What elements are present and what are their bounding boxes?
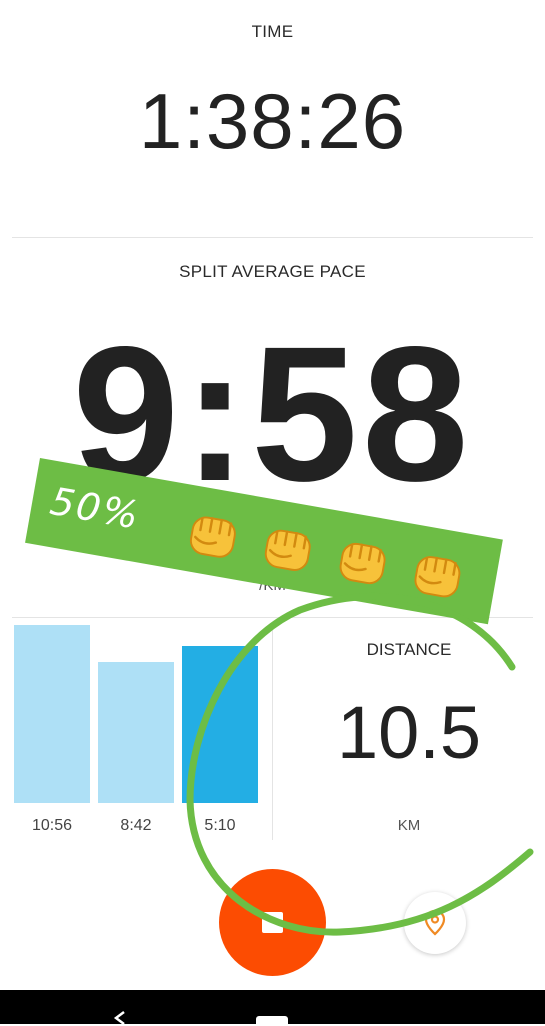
map-pin-icon xyxy=(424,909,446,936)
fist-icon xyxy=(414,556,461,598)
fist-icon xyxy=(264,529,311,571)
split-label-3: 5:10 xyxy=(204,817,236,834)
system-nav-bar xyxy=(0,990,545,1026)
pace-label: SPLIT AVERAGE PACE xyxy=(179,262,366,281)
split-bar-3[interactable] xyxy=(182,646,258,803)
fist-icon xyxy=(339,542,386,585)
split-label-1: 10:56 xyxy=(31,817,73,834)
annotation-percent: 50% xyxy=(46,478,144,538)
back-icon[interactable] xyxy=(110,1008,130,1024)
split-label-2: 8:42 xyxy=(120,817,152,834)
split-bar-2[interactable] xyxy=(98,662,174,803)
distance-unit: KM xyxy=(397,817,421,834)
location-button[interactable] xyxy=(404,892,466,954)
time-value: 1:38:26 xyxy=(138,77,407,165)
fist-icon xyxy=(189,516,236,558)
divider-top xyxy=(12,237,533,238)
distance-value: 10.5 xyxy=(336,691,482,774)
home-icon[interactable] xyxy=(256,1016,288,1026)
stop-button[interactable] xyxy=(219,869,326,976)
split-bar-1[interactable] xyxy=(14,625,90,803)
time-label: TIME xyxy=(251,22,294,41)
distance-label: DISTANCE xyxy=(366,640,452,659)
stop-icon xyxy=(262,912,283,933)
